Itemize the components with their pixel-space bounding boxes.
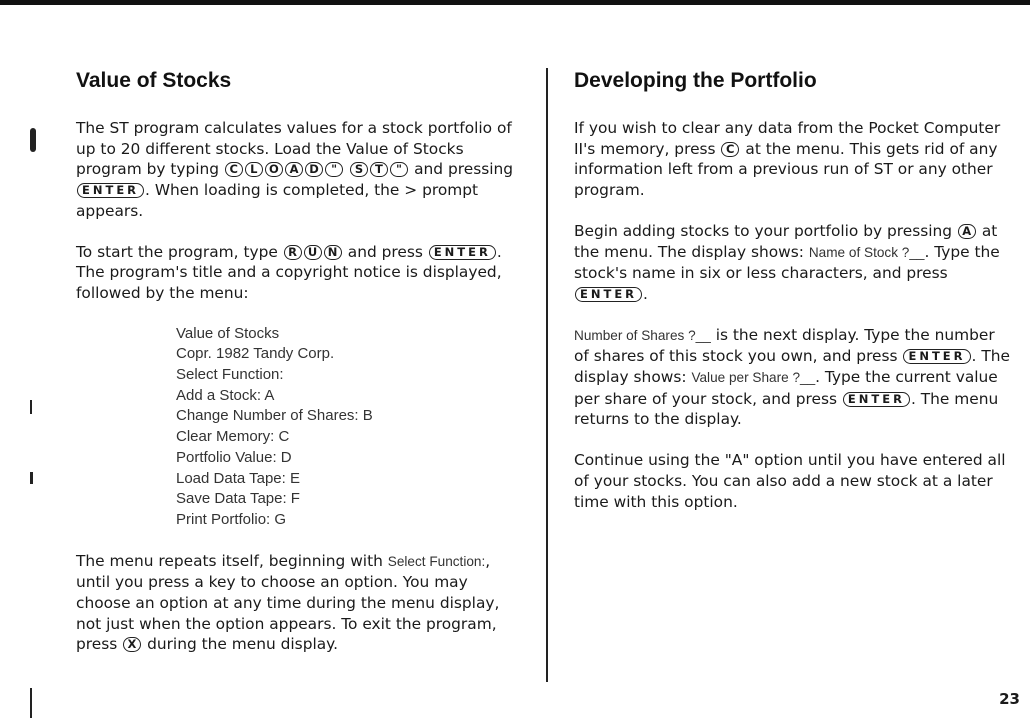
paragraph-number-of-shares: Number of Shares ?__ is the next display… (574, 325, 1010, 429)
left-column: Value of Stocks The ST program calculate… (76, 66, 521, 675)
menu-line: Load Data Tape: E (176, 469, 300, 487)
menu-line: Add a Stock: A (176, 386, 275, 404)
page-top-edge (0, 0, 1030, 5)
menu-line: Portfolio Value: D (176, 448, 292, 466)
section-heading-developing-portfolio: Developing the Portfolio (574, 69, 817, 92)
key-t: T (370, 162, 389, 178)
key-enter: ENTER (428, 244, 496, 260)
section-heading-value-of-stocks: Value of Stocks (76, 69, 232, 92)
key-enter: ENTER (77, 183, 145, 199)
menu-line: Save Data Tape: F (176, 490, 300, 508)
key-quote: " (390, 162, 409, 178)
key-n: N (323, 244, 342, 260)
paragraph-continue: Continue using the "A" option until you … (574, 451, 1006, 511)
lcd-text: Select Function: (387, 553, 486, 569)
key-s: S (350, 162, 369, 178)
menu-line: Change Number of Shares: B (176, 407, 373, 425)
key-c: C (721, 141, 740, 157)
lcd-text: Name of Stock ?__ (808, 244, 925, 260)
key-c: C (224, 162, 243, 178)
key-enter: ENTER (575, 286, 643, 302)
paragraph-clear-memory: If you wish to clear any data from the P… (574, 119, 1001, 200)
paragraph-load-program: The ST program calculates values for a s… (76, 119, 514, 220)
margin-mark (30, 400, 32, 414)
margin-mark (30, 472, 33, 484)
margin-mark (30, 688, 32, 718)
key-o: O (264, 162, 284, 178)
paragraph-start-program: To start the program, type RUN and press… (76, 242, 502, 302)
key-l: L (244, 162, 263, 178)
key-a: A (285, 162, 304, 178)
menu-line: Copr. 1982 Tandy Corp. (176, 345, 335, 363)
lcd-text: Number of Shares ?__ (574, 327, 711, 343)
key-r: R (283, 244, 302, 260)
key-x: X (123, 637, 142, 653)
key-u: U (303, 244, 322, 260)
paragraph-add-stocks: Begin adding stocks to your portfolio by… (574, 221, 1000, 303)
paragraph-menu-repeats: The menu repeats itself, beginning with … (76, 551, 500, 654)
right-column: Developing the Portfolio If you wish to … (574, 66, 1014, 532)
page-number: 23 (999, 690, 1020, 708)
key-enter: ENTER (842, 391, 910, 407)
column-divider (546, 68, 548, 682)
key-d: D (305, 162, 324, 178)
key-a: A (957, 223, 976, 239)
key-enter: ENTER (903, 349, 971, 365)
key-quote: " (325, 162, 344, 178)
margin-mark (30, 128, 36, 152)
menu-line: Clear Memory: C (176, 428, 290, 446)
menu-line: Value of Stocks (176, 324, 280, 342)
program-menu-display: Value of Stocks Copr. 1982 Tandy Corp. S… (176, 324, 521, 531)
menu-line: Select Function: (176, 366, 284, 384)
menu-line: Print Portfolio: G (176, 510, 287, 528)
lcd-text: Value per Share ?__ (691, 370, 816, 386)
